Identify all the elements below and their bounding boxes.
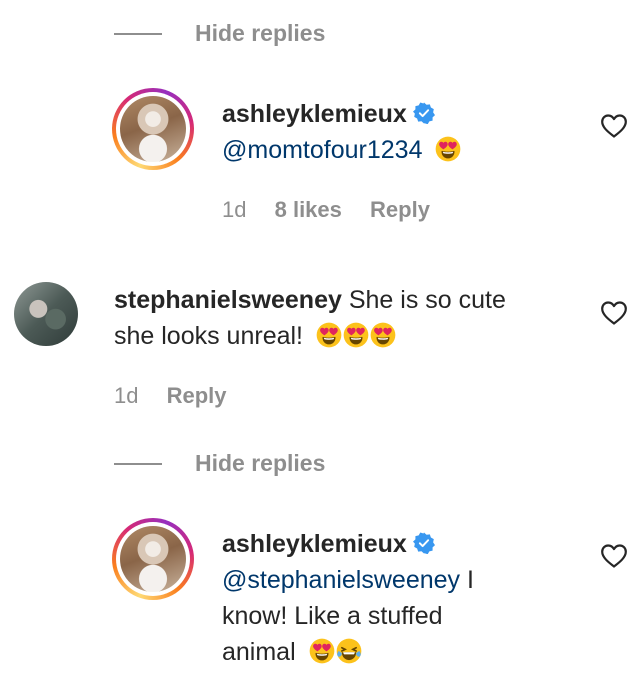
reply-text-part2: know! Like a stuffed	[222, 602, 443, 630]
reply-button[interactable]: Reply	[370, 197, 430, 222]
like-heart-icon[interactable]	[600, 300, 628, 326]
mention-link[interactable]: @momtofour1234	[222, 136, 422, 164]
avatar-ashleyklemieux[interactable]	[112, 518, 194, 600]
comment-meta: 1d Reply	[114, 383, 227, 409]
reply-button[interactable]: Reply	[167, 383, 227, 408]
username-link[interactable]: stephanielsweeney	[114, 286, 342, 314]
hide-replies-toggle-1[interactable]: Hide replies	[114, 20, 325, 47]
timestamp: 1d	[114, 383, 139, 408]
comment-text-line1: She is so cute	[348, 286, 506, 314]
username-link[interactable]: ashleyklemieux	[222, 530, 407, 558]
like-heart-icon[interactable]	[600, 113, 628, 139]
timestamp: 1d	[222, 197, 247, 222]
username-link[interactable]: ashleyklemieux	[222, 100, 407, 128]
likes-count[interactable]: 8 likes	[275, 197, 342, 222]
reply-text-1: @momtofour1234	[222, 132, 461, 168]
comment-text: stephanielsweeney She is so cute she loo…	[114, 282, 584, 354]
laughing-tears-emoji	[336, 638, 362, 664]
reply-meta-1: 1d 8 likes Reply	[222, 197, 430, 223]
hide-replies-line	[114, 32, 162, 35]
mention-link[interactable]: @stephanielsweeney	[222, 566, 460, 594]
avatar-stephanielsweeney[interactable]	[14, 282, 78, 346]
verified-badge-icon	[413, 532, 435, 554]
reply-text-part1: I	[466, 566, 474, 594]
hide-replies-label: Hide replies	[195, 450, 326, 476]
reply-text-2: @stephanielsweeney I know! Like a stuffe…	[222, 562, 582, 670]
heart-eyes-emoji	[435, 136, 461, 162]
verified-badge-icon	[413, 102, 435, 124]
reply-text-part3: animal	[222, 638, 296, 666]
heart-eyes-emoji	[370, 322, 396, 348]
heart-eyes-emoji	[316, 322, 342, 348]
hide-replies-line	[114, 462, 162, 465]
reply-header-1: ashleyklemieux	[222, 96, 435, 132]
avatar-ashleyklemieux[interactable]	[112, 88, 194, 170]
heart-eyes-emoji	[343, 322, 369, 348]
hide-replies-toggle-2[interactable]: Hide replies	[114, 450, 325, 477]
like-heart-icon[interactable]	[600, 543, 628, 569]
hide-replies-label: Hide replies	[195, 20, 326, 46]
heart-eyes-emoji	[309, 638, 335, 664]
reply-header-2: ashleyklemieux	[222, 526, 435, 562]
comment-text-line2: she looks unreal!	[114, 322, 304, 350]
